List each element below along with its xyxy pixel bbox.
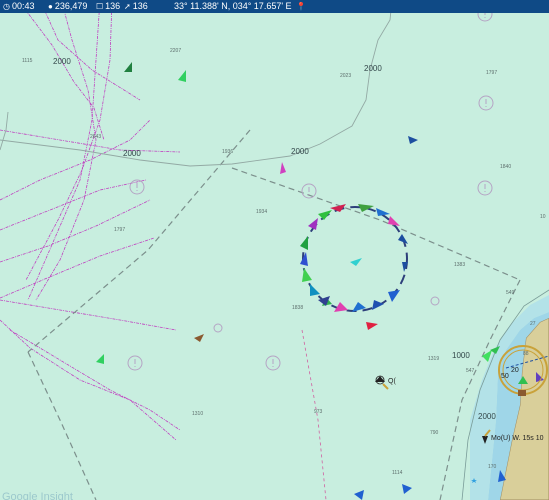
depth-contour-label: 2000 bbox=[53, 57, 71, 66]
tracked-text: 136 bbox=[105, 1, 121, 11]
sounding: 1319 bbox=[428, 356, 439, 362]
sounding: 27 bbox=[530, 321, 536, 327]
depth-contour-label: 2000 bbox=[478, 412, 496, 421]
globe-icon: ● bbox=[48, 2, 53, 11]
depth-contour-label: 2000 bbox=[291, 147, 309, 156]
sounding: 2643 bbox=[90, 134, 101, 140]
sounding: 1934 bbox=[256, 209, 267, 215]
time-display: ◷ 00:43 bbox=[3, 0, 35, 13]
sounding: 1840 bbox=[500, 164, 511, 170]
underway-count: ➚ 136 bbox=[124, 0, 148, 13]
pin-button[interactable]: 📍 bbox=[296, 0, 308, 13]
time-text: 00:43 bbox=[11, 1, 35, 11]
sounding: 2023 bbox=[340, 73, 351, 79]
sounding: 2207 bbox=[170, 48, 181, 54]
navigation-arrow-icon: ➚ bbox=[124, 2, 131, 11]
sounding: 10 bbox=[540, 214, 546, 220]
visitors-text: 236,479 bbox=[54, 1, 88, 11]
depth-contour-label: 1000 bbox=[452, 351, 470, 360]
sea-area bbox=[0, 0, 549, 500]
map-watermark: Google Insight bbox=[2, 491, 73, 500]
light-number-label: 20 bbox=[511, 367, 519, 374]
sounding: 1310 bbox=[192, 411, 203, 417]
depth-contour-label: 2000 bbox=[364, 64, 382, 73]
sounding: 1936 bbox=[222, 149, 233, 155]
sounding: 1115 bbox=[22, 58, 33, 64]
pin-icon[interactable]: 📍 bbox=[296, 0, 306, 13]
sounding: 1838 bbox=[292, 305, 303, 311]
sounding: 547 bbox=[466, 368, 475, 374]
clock-icon: ◷ bbox=[3, 2, 10, 11]
sounding: 1383 bbox=[454, 262, 465, 268]
beacon-label: Q( bbox=[388, 378, 396, 385]
sounding: 549 bbox=[506, 290, 515, 296]
sounding: 973 bbox=[314, 409, 323, 415]
depth-50-label: 50 bbox=[501, 373, 509, 380]
sounding: 790 bbox=[430, 430, 439, 436]
visitors-display: ● 236,479 bbox=[48, 0, 87, 13]
sounding: 1797 bbox=[486, 70, 497, 76]
sounding: 88 bbox=[523, 351, 529, 357]
sounding: 170 bbox=[488, 464, 497, 470]
square-icon: ☐ bbox=[96, 2, 104, 11]
sounding: 1114 bbox=[392, 470, 403, 476]
depth-contour-label: 2000 bbox=[123, 149, 141, 158]
underway-text: 136 bbox=[132, 1, 148, 11]
nautical-chart-map[interactable]: 2000 2000 2000 2000 1000 2000 2207 1115 … bbox=[0, 0, 549, 500]
status-bar: ◷ 00:43 ● 236,479 ☐ 136 ➚ 136 33° 11.388' N,… bbox=[0, 0, 549, 13]
coordinates-text: 33° 11.388' N, 034° 17.657' E bbox=[174, 1, 292, 11]
tracked-count: ☐ 136 bbox=[96, 0, 120, 13]
light-characteristic-label: Mo(U) W. 15s 10 bbox=[491, 435, 544, 442]
sounding: 1797 bbox=[114, 227, 125, 233]
cursor-coordinates: 33° 11.388' N, 034° 17.657' E bbox=[174, 0, 292, 13]
